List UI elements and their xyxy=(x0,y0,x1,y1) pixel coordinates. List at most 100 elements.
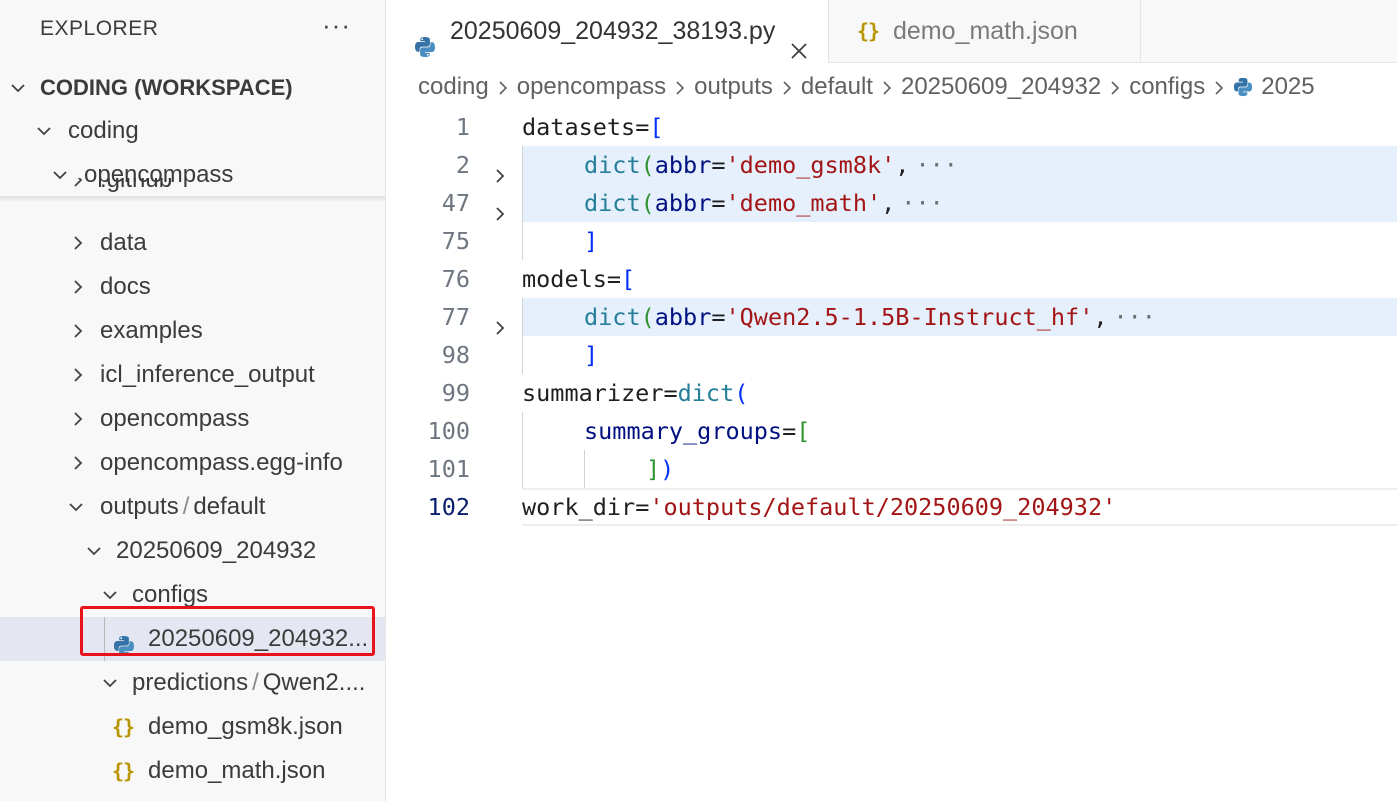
code-line[interactable]: 76 models=[ xyxy=(386,260,1397,298)
code-token: 'outputs/default/20250609_204932' xyxy=(649,493,1117,521)
code-line[interactable]: 77 dict(abbr='Qwen2.5-1.5B-Instruct_hf', ·… xyxy=(386,298,1397,336)
code-line[interactable]: 2 dict(abbr='demo_gsm8k', ··· xyxy=(386,146,1397,184)
code-token: ( xyxy=(640,151,655,179)
chevron-right-icon xyxy=(70,455,86,471)
breadcrumb-item[interactable]: opencompass xyxy=(517,64,666,110)
more-actions-icon[interactable]: ··· xyxy=(322,10,351,41)
code-line[interactable]: 100 summary_groups=[ xyxy=(386,412,1397,450)
code-token: ] xyxy=(584,341,599,369)
tree-item-demo-gsm8k[interactable]: {} demo_gsm8k.json xyxy=(0,705,385,749)
tree-item-run-folder[interactable]: 20250609_204932 xyxy=(0,529,385,573)
code-line[interactable]: 47 dict(abbr='demo_math', ··· xyxy=(386,184,1397,222)
python-icon xyxy=(1233,64,1253,110)
tree-item-egg-info[interactable]: opencompass.egg-info xyxy=(0,441,385,485)
path-separator: / xyxy=(252,669,259,696)
code-token: [ xyxy=(796,417,811,445)
tree-item-coding[interactable]: coding xyxy=(0,109,385,153)
tree-item-label: icl_inference_output xyxy=(100,361,315,388)
indent-guide xyxy=(522,412,523,450)
chevron-down-icon xyxy=(102,675,118,691)
indent-guide xyxy=(522,184,523,222)
indent-guide xyxy=(522,222,523,260)
code-token: summary_groups xyxy=(584,417,783,445)
code-token: datasets xyxy=(522,113,636,141)
code-token: = xyxy=(711,303,726,331)
tree-item-demo-math[interactable]: {} demo_math.json xyxy=(0,749,385,793)
code-token: ) xyxy=(660,455,675,483)
indent-guide xyxy=(522,298,523,336)
chevron-right-icon xyxy=(70,178,86,188)
tab-py-file[interactable]: 20250609_204932_38193.py xyxy=(386,0,829,63)
workspace-label: CODING (WORKSPACE) xyxy=(40,75,293,100)
code-line[interactable]: 98] xyxy=(386,336,1397,374)
breadcrumb-item[interactable]: 2025 xyxy=(1261,64,1314,110)
tree-item-label: 20250609_204932 xyxy=(116,537,317,564)
chevron-down-icon xyxy=(68,499,84,515)
folded-ellipsis[interactable]: ··· xyxy=(1114,303,1156,331)
code-line[interactable]: 75] xyxy=(386,222,1397,260)
code-editor[interactable]: 1 datasets=[2 dict(abbr='demo_gsm8k', ··· 47… xyxy=(386,110,1397,801)
code-text: datasets=[ xyxy=(522,108,664,146)
chevron-down-icon xyxy=(36,123,52,139)
code-token: 'Qwen2.5-1.5B-Instruct_hf' xyxy=(725,303,1094,331)
chevron-right-icon xyxy=(497,64,509,110)
code-token: ( xyxy=(640,189,655,217)
code-line[interactable]: 1 datasets=[ xyxy=(386,108,1397,146)
tree-item-predictions[interactable]: predictions / Qwen2.... xyxy=(0,661,385,705)
tree-item-outputs-default[interactable]: outputs / default xyxy=(0,485,385,529)
breadcrumb-item[interactable]: configs xyxy=(1129,64,1205,110)
tab-demo-math-json[interactable]: {} demo_math.json xyxy=(829,0,1141,62)
code-line[interactable]: 102 work_dir='outputs/default/20250609_20… xyxy=(386,488,1397,526)
line-number: 102 xyxy=(427,493,470,521)
tree-item-examples[interactable]: examples xyxy=(0,309,385,353)
code-token: summarizer xyxy=(522,379,664,407)
breadcrumb-item[interactable]: default xyxy=(801,64,873,110)
explorer-title: EXPLORER xyxy=(40,17,159,40)
code-text: ] xyxy=(584,336,598,374)
folded-ellipsis[interactable]: ··· xyxy=(901,189,943,217)
workspace-root[interactable]: CODING (WORKSPACE) xyxy=(0,66,385,110)
tree-item-icl-inference-output[interactable]: icl_inference_output xyxy=(0,353,385,397)
code-token: abbr xyxy=(654,303,712,331)
code-token: , xyxy=(895,151,910,179)
code-text: summarizer=dict( xyxy=(522,374,748,412)
line-number: 98 xyxy=(441,341,470,369)
code-token: work_dir xyxy=(522,493,636,521)
editor-tab-bar: 20250609_204932_38193.py {} demo_math.js… xyxy=(386,0,1397,63)
code-text: models=[ xyxy=(522,260,635,298)
code-token: ] xyxy=(646,455,661,483)
code-token: [ xyxy=(621,265,636,293)
line-number: 99 xyxy=(441,379,470,407)
breadcrumb-item[interactable]: 20250609_204932 xyxy=(901,64,1101,110)
tree-item-opencompass[interactable]: opencompass xyxy=(0,397,385,441)
tree-item-docs[interactable]: docs xyxy=(0,265,385,309)
indent-guide xyxy=(522,146,523,184)
chevron-right-icon xyxy=(70,235,86,251)
tree-item-label: examples xyxy=(100,317,203,344)
chevron-right-icon xyxy=(674,64,686,110)
tree-item-label: data xyxy=(100,229,147,256)
explorer-header: EXPLORER ··· xyxy=(0,0,385,62)
code-line[interactable]: 99 summarizer=dict( xyxy=(386,374,1397,412)
code-token: ( xyxy=(640,303,655,331)
tree-item-data[interactable]: data xyxy=(0,221,385,265)
indent-guide xyxy=(522,450,523,488)
breadcrumb-item[interactable]: coding xyxy=(418,64,489,110)
code-token: dict xyxy=(584,303,641,331)
code-token: , xyxy=(1093,303,1108,331)
breadcrumb: coding opencompass outputs default 20250609_… xyxy=(418,64,1397,110)
folded-ellipsis[interactable]: ··· xyxy=(915,151,957,179)
chevron-right-icon xyxy=(1213,64,1225,110)
code-text: ] xyxy=(584,222,598,260)
code-token: dict xyxy=(584,151,641,179)
breadcrumb-item[interactable]: outputs xyxy=(694,64,773,110)
code-token: models xyxy=(522,265,607,293)
sticky-scroll-shadow xyxy=(0,196,385,202)
line-number: 101 xyxy=(427,455,470,483)
json-icon: {} xyxy=(112,715,135,739)
code-token: 'demo_math' xyxy=(725,189,882,217)
tree-item-label: outputs xyxy=(100,493,179,520)
code-line[interactable]: 101]) xyxy=(386,450,1397,488)
line-number: 76 xyxy=(441,265,470,293)
code-token: dict xyxy=(584,189,641,217)
